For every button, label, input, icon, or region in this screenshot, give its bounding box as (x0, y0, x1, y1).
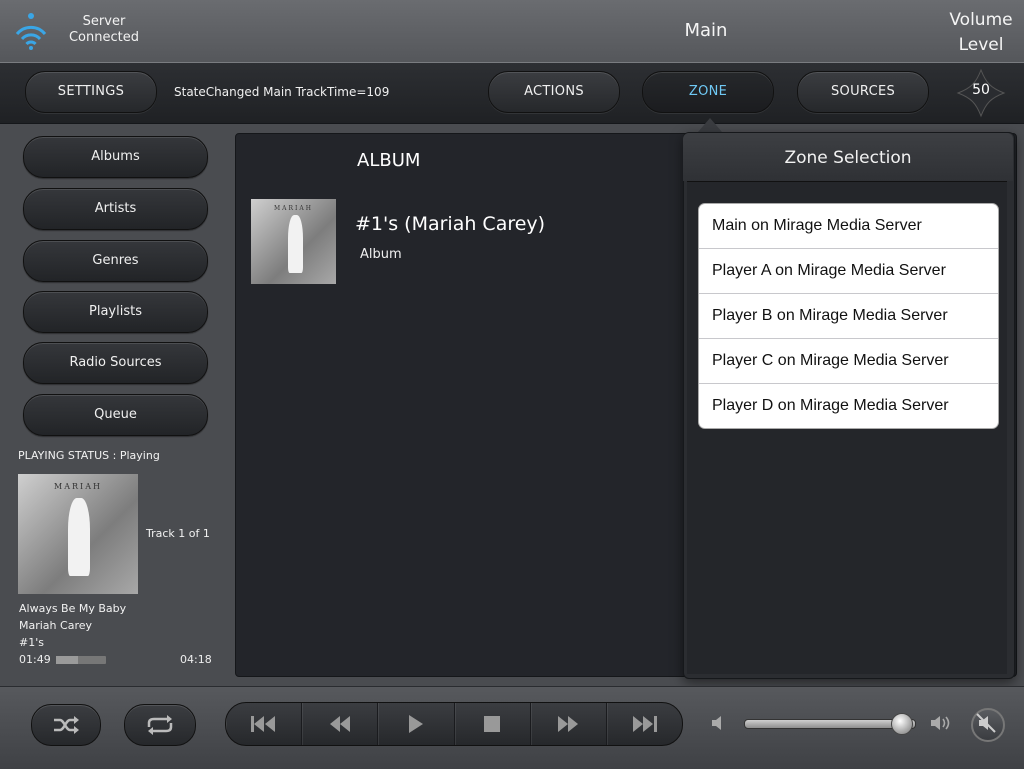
skip-back-icon (250, 716, 275, 732)
volume-high-icon (930, 715, 952, 735)
stop-icon (484, 716, 501, 732)
volume-level-title: Volume Level (944, 8, 1018, 58)
total-time: 04:18 (180, 653, 212, 666)
album-result-title[interactable]: #1's (Mariah Carey) (355, 213, 545, 235)
settings-button[interactable]: SETTINGS (25, 71, 157, 113)
skip-forward-icon (633, 716, 658, 732)
volume-title-line2: Level (958, 35, 1004, 55)
volume-title-line1: Volume (949, 10, 1013, 30)
zone-button[interactable]: ZONE (642, 71, 774, 113)
server-status-line2: Connected (68, 30, 139, 45)
play-icon (408, 715, 423, 733)
playing-status: PLAYING STATUS : Playing (18, 449, 160, 462)
server-status: Server Connected (60, 14, 148, 46)
zone-item-player-d[interactable]: Player D on Mirage Media Server (699, 384, 998, 428)
track-count: Track 1 of 1 (146, 527, 210, 540)
zone-item-player-a[interactable]: Player A on Mirage Media Server (699, 249, 998, 294)
shuffle-button[interactable] (31, 704, 101, 746)
repeat-button[interactable] (124, 704, 196, 746)
album-result-type: Album (360, 247, 402, 262)
skip-forward-button[interactable] (607, 703, 682, 745)
album-header: ALBUM (357, 150, 421, 171)
volume-value: 50 (972, 82, 990, 98)
rewind-icon (329, 716, 350, 732)
sidebar-item-radio-sources[interactable]: Radio Sources (23, 342, 208, 384)
top-status-bar (0, 0, 1024, 62)
now-playing-album-art: MARIAH (18, 474, 138, 594)
actions-button[interactable]: ACTIONS (488, 71, 620, 113)
now-playing-artist: Mariah Carey (19, 619, 92, 632)
now-playing-title: Always Be My Baby (19, 602, 127, 615)
zone-item-player-b[interactable]: Player B on Mirage Media Server (699, 294, 998, 339)
wifi-icon (14, 10, 48, 50)
sidebar-item-genres[interactable]: Genres (23, 240, 208, 282)
sidebar-item-albums[interactable]: Albums (23, 136, 208, 178)
status-message: StateChanged Main TrackTime=109 (174, 85, 390, 99)
volume-slider-knob[interactable] (891, 713, 914, 735)
zone-item-main[interactable]: Main on Mirage Media Server (699, 204, 998, 249)
stop-button[interactable] (455, 703, 531, 745)
sidebar-item-artists[interactable]: Artists (23, 188, 208, 230)
current-zone-title: Main (684, 20, 728, 41)
mute-button[interactable] (971, 708, 1005, 742)
transport-controls (225, 702, 683, 746)
album-result-art-brand: MARIAH (274, 205, 313, 212)
track-progress-bar[interactable] (56, 656, 106, 664)
zone-item-player-c[interactable]: Player C on Mirage Media Server (699, 339, 998, 384)
fast-forward-icon (558, 716, 579, 732)
album-result-art[interactable]: MARIAH (251, 199, 336, 284)
server-status-line1: Server (82, 14, 126, 29)
elapsed-time: 01:49 (19, 653, 51, 666)
album-result-art-figure (288, 215, 303, 273)
album-art-brand: MARIAH (54, 482, 102, 491)
play-button[interactable] (378, 703, 455, 745)
now-playing-album: #1's (19, 636, 44, 649)
volume-low-icon (711, 715, 727, 735)
skip-back-button[interactable] (226, 703, 303, 745)
sidebar-item-playlists[interactable]: Playlists (23, 291, 208, 333)
track-progress-fill (56, 656, 78, 664)
popover-title: Zone Selection (784, 148, 912, 168)
mute-icon (976, 713, 996, 733)
repeat-icon (147, 715, 173, 735)
album-art-figure (68, 498, 90, 576)
sources-button[interactable]: SOURCES (797, 71, 929, 113)
popover-arrow (698, 118, 722, 132)
shuffle-icon (54, 716, 79, 734)
rewind-button[interactable] (302, 703, 379, 745)
zone-list: Main on Mirage Media Server Player A on … (698, 203, 999, 429)
sidebar-item-queue[interactable]: Queue (23, 394, 208, 436)
fast-forward-button[interactable] (531, 703, 607, 745)
